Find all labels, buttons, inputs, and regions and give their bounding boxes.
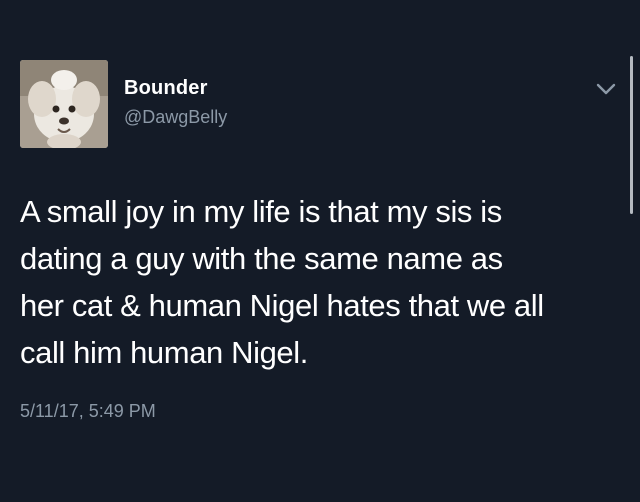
dog-avatar[interactable] [20,60,108,148]
tweet-card: Bounder @DawgBelly A small joy in my lif… [0,0,640,502]
scrollbar[interactable] [630,56,633,214]
tweet-text: A small joy in my life is that my sis is… [20,194,544,370]
timestamp[interactable]: 5/11/17, 5:49 PM [20,400,156,422]
user-handle[interactable]: @DawgBelly [124,106,227,128]
chevron-down-icon[interactable] [592,78,620,100]
display-name[interactable]: Bounder [124,76,208,100]
dog-icon [20,60,108,148]
